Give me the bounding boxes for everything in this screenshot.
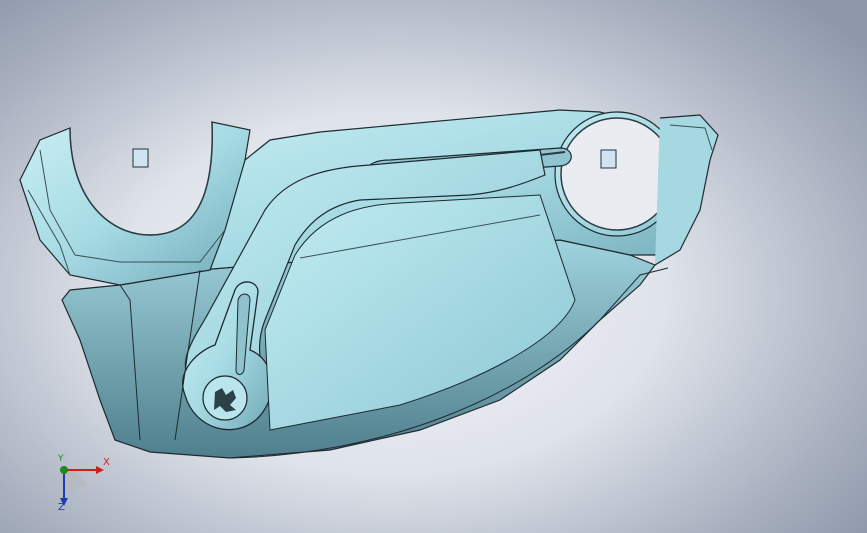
cad-part-model[interactable] (0, 0, 867, 533)
triad-y-axis-dot (60, 466, 68, 474)
triad-shadow (64, 469, 86, 492)
graphics-viewport[interactable]: X Y Z (0, 0, 867, 533)
triad-y-label: Y (58, 454, 64, 464)
sketch-point-marker-left[interactable] (132, 148, 149, 168)
triad-x-label: X (103, 457, 110, 468)
right-clamp-bore (560, 117, 674, 231)
sketch-point-marker-right[interactable] (600, 149, 617, 169)
triad-z-label: Z (58, 502, 65, 513)
